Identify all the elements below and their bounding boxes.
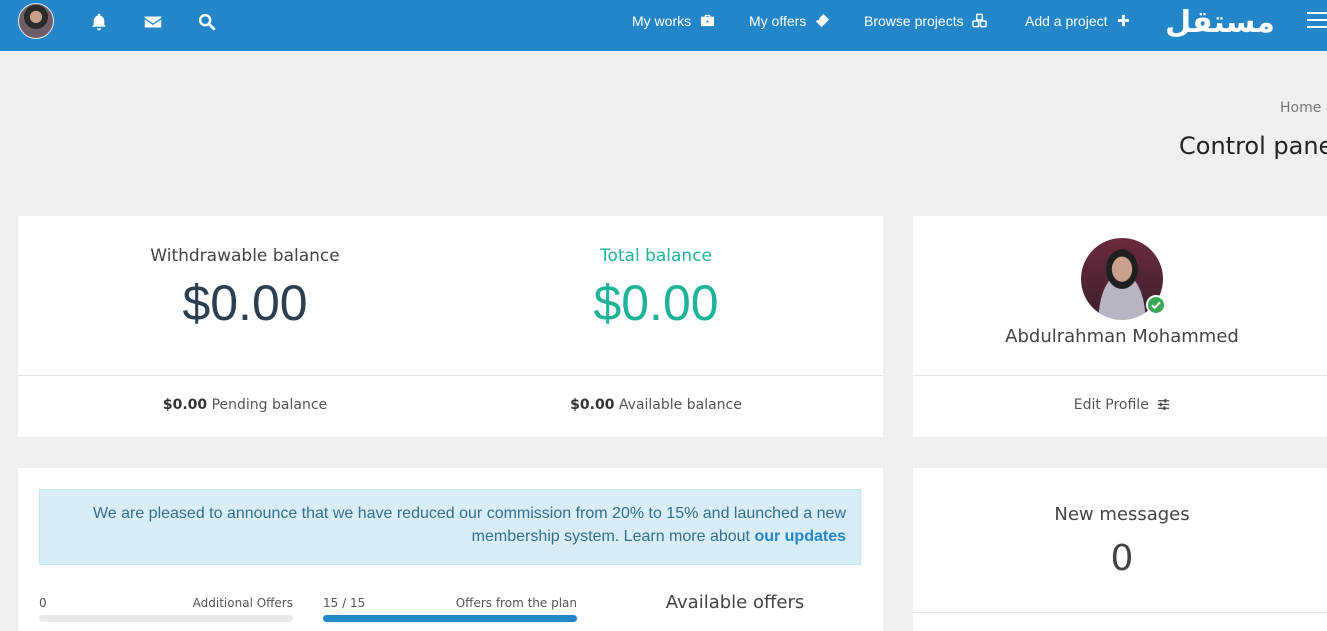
nav-add-project-label: Add a project: [1025, 13, 1108, 29]
edit-profile-link[interactable]: Edit Profile: [913, 397, 1327, 413]
additional-offers-label: Additional Offers: [192, 596, 293, 610]
verified-check-icon: [1146, 295, 1166, 315]
plan-offers-progress: [323, 615, 577, 622]
additional-offers-stat: 0 Additional Offers: [39, 596, 293, 622]
total-balance: Total balance $0.00: [440, 246, 872, 334]
divider: [913, 375, 1327, 376]
announcement-text: We are pleased to announce that we have …: [92, 505, 846, 545]
nav-add-project[interactable]: Add a project: [1025, 11, 1131, 31]
divider: [913, 612, 1327, 613]
plan-offers-stat: 15 / 15 Offers from the plan: [323, 596, 577, 622]
breadcrumb[interactable]: Home: [1280, 100, 1327, 116]
balance-card: Withdrawable balance $0.00 Total balance…: [18, 216, 883, 437]
available-balance: $0.00 Available balance: [440, 397, 872, 413]
profile-card: Abdulrahman Mohammed Edit Profile: [913, 216, 1327, 437]
pending-balance: $0.00 Pending balance: [29, 397, 461, 413]
top-navbar: My works My offers Browse projects Add a…: [0, 0, 1327, 51]
additional-offers-value: 0: [39, 596, 47, 610]
plus-icon: [1118, 14, 1130, 27]
edit-profile-label: Edit Profile: [1073, 397, 1149, 413]
nav-my-offers-label: My offers: [749, 13, 807, 29]
withdrawable-balance-amount: $0.00: [182, 275, 308, 331]
nav-browse-projects-label: Browse projects: [864, 13, 964, 29]
divider: [18, 375, 883, 376]
announcement-box: We are pleased to announce that we have …: [39, 489, 861, 565]
profile-name: Abdulrahman Mohammed: [1005, 326, 1239, 347]
nav-my-offers[interactable]: My offers: [749, 11, 830, 31]
our-updates-link[interactable]: our updates: [754, 528, 846, 545]
search-icon[interactable]: [196, 11, 218, 33]
sliders-icon: [1158, 398, 1170, 411]
plan-offers-progress-fill: [323, 615, 577, 622]
nav-my-works-label: My works: [632, 13, 692, 29]
withdrawable-balance-label: Withdrawable balance: [150, 246, 340, 266]
available-offers-title: Available offers: [665, 592, 805, 613]
site-logo[interactable]: مستقل: [1155, 1, 1285, 45]
briefcase-icon: [700, 14, 715, 27]
nav-my-works[interactable]: My works: [632, 11, 715, 31]
bell-icon[interactable]: [88, 11, 110, 33]
nav-browse-projects[interactable]: Browse projects: [864, 11, 988, 31]
total-balance-amount: $0.00: [593, 275, 719, 331]
available-balance-label: Available balance: [618, 397, 742, 413]
available-balance-amount: $0.00: [570, 397, 615, 413]
pending-balance-label: Pending balance: [211, 397, 328, 413]
plan-offers-value: 15 / 15: [323, 596, 366, 610]
user-avatar[interactable]: [18, 3, 54, 39]
ticket-icon: [816, 13, 830, 28]
pending-balance-amount: $0.00: [162, 397, 208, 413]
new-messages-count[interactable]: 0: [913, 538, 1327, 579]
plan-offers-label: Offers from the plan: [455, 596, 577, 610]
envelope-icon[interactable]: [142, 11, 164, 33]
withdrawable-balance: Withdrawable balance $0.00: [29, 246, 461, 334]
new-messages-label: New messages: [1054, 504, 1190, 525]
messages-card: New messages 0: [913, 468, 1327, 631]
additional-offers-progress: [39, 615, 293, 622]
page-title: Control panel: [1179, 132, 1327, 160]
total-balance-label: Total balance: [599, 246, 713, 266]
menu-icon[interactable]: [1307, 12, 1327, 32]
cubes-icon: [972, 13, 988, 28]
offers-card: We are pleased to announce that we have …: [18, 468, 883, 631]
